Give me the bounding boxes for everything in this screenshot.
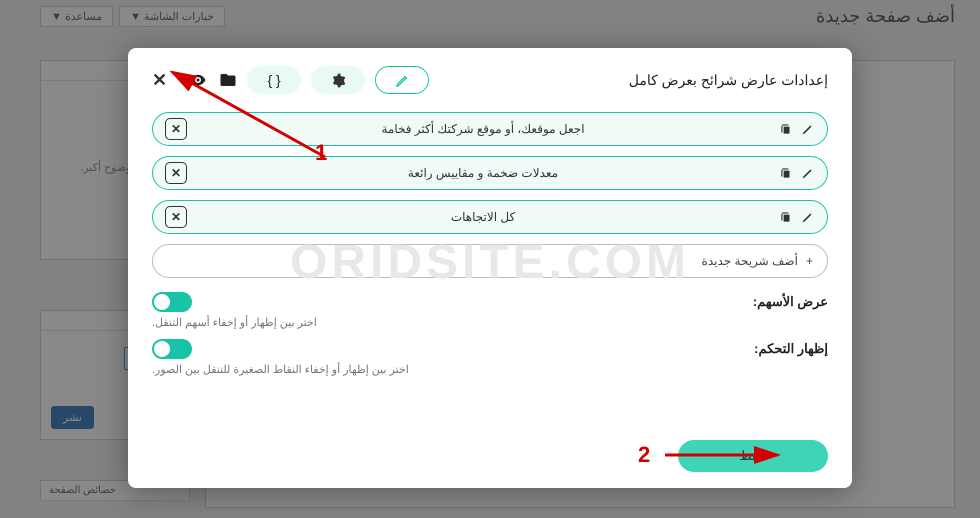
plus-icon: + <box>806 254 813 268</box>
annotation-label-2: 2 <box>638 442 650 468</box>
delete-slide-button[interactable]: ✕ <box>165 206 187 228</box>
folder-icon[interactable] <box>219 71 237 89</box>
option-show-controls: إظهار التحكم: اختر بين إظهار أو إخفاء ال… <box>152 339 828 376</box>
save-button[interactable]: حفظ <box>678 440 828 472</box>
option-show-arrows: عرض الأسهم: اختر بين إظهار أو إخفاء أسهم… <box>152 292 828 329</box>
toggle-controls[interactable] <box>152 339 192 359</box>
slide-row: كل الاتجاهات ✕ <box>152 200 828 234</box>
slide-row: اجعل موقعك، أو موقع شركتك أكثر فخامة ✕ <box>152 112 828 146</box>
option-arrows-label: عرض الأسهم: <box>753 294 828 310</box>
modal-footer: حفظ <box>152 430 828 488</box>
gear-button[interactable] <box>311 66 365 94</box>
edit-icon[interactable] <box>801 122 815 136</box>
modal-header: إعدادات عارض شرائح بعرض كامل ✕ { } <box>152 66 828 94</box>
toggle-arrows[interactable] <box>152 292 192 312</box>
option-controls-desc: اختر بين إظهار أو إخفاء النقاط الصغيرة ل… <box>152 363 828 376</box>
slide-row: معدلات ضخمة و مقاييس رائعة ✕ <box>152 156 828 190</box>
modal-toolbar: ✕ { } <box>152 66 429 94</box>
edit-icon[interactable] <box>801 210 815 224</box>
delete-slide-button[interactable]: ✕ <box>165 118 187 140</box>
copy-icon[interactable] <box>779 210 793 224</box>
option-controls-label: إظهار التحكم: <box>754 341 828 357</box>
slide-text: معدلات ضخمة و مقاييس رائعة <box>197 166 769 180</box>
pencil-button[interactable] <box>375 66 429 94</box>
eye-icon[interactable] <box>189 71 207 89</box>
close-button[interactable]: ✕ <box>152 70 167 91</box>
slide-text: كل الاتجاهات <box>197 210 769 224</box>
braces-button[interactable]: { } <box>247 66 301 94</box>
slider-settings-modal: ORIDSITE.COM إعدادات عارض شرائح بعرض كام… <box>128 48 852 488</box>
copy-icon[interactable] <box>779 122 793 136</box>
slide-text: اجعل موقعك، أو موقع شركتك أكثر فخامة <box>197 122 769 136</box>
delete-slide-button[interactable]: ✕ <box>165 162 187 184</box>
copy-icon[interactable] <box>779 166 793 180</box>
option-arrows-desc: اختر بين إظهار أو إخفاء أسهم التنقل. <box>152 316 828 329</box>
annotation-label-1: 1 <box>315 140 327 166</box>
add-slide-button[interactable]: + أضف شريحة جديدة <box>152 244 828 278</box>
add-slide-label: أضف شريحة جديدة <box>702 254 798 268</box>
edit-icon[interactable] <box>801 166 815 180</box>
modal-title: إعدادات عارض شرائح بعرض كامل <box>629 72 828 89</box>
